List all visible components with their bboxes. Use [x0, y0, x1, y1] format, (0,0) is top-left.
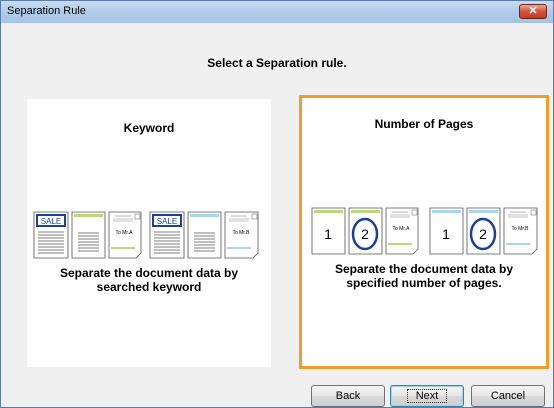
separation-rule-dialog: Separation Rule ✕ Select a Separation ru…: [0, 0, 554, 408]
lined-document-icon-2: [187, 211, 222, 259]
pages-description-line-2: specified number of pages.: [346, 276, 502, 290]
pages-option-title: Number of Pages: [374, 117, 474, 131]
page-two-document-icon-2: 2: [466, 207, 501, 255]
sale-label: SALE: [41, 217, 61, 226]
back-button[interactable]: Back: [311, 385, 385, 407]
keyword-option-card[interactable]: Keyword SALE To Mr.A SALE To Mr.B Separa…: [27, 99, 271, 367]
page-one-number: 1: [324, 226, 332, 242]
memo-document-icon: To Mr.A: [108, 211, 142, 259]
pages-description-line-1: Separate the document data by: [334, 262, 514, 276]
memo-label-3: To Mr.A: [393, 226, 411, 232]
next-button[interactable]: Next: [390, 385, 464, 407]
memo-label-4: To Mr.B: [512, 226, 530, 232]
title-bar: Separation Rule ✕: [1, 1, 553, 23]
next-button-label: Next: [406, 389, 448, 403]
sale-label-2: SALE: [157, 217, 177, 226]
keyword-description-line-1: Separate the document data by: [59, 266, 239, 280]
keyword-description-line-2: searched keyword: [96, 280, 202, 294]
close-icon: ✕: [528, 5, 538, 17]
sale-document-icon: SALE: [33, 211, 69, 259]
page-one-document-icon-2: 1: [429, 207, 464, 255]
memo-document-icon-3: To Mr.A: [385, 207, 419, 255]
pages-illustration: 1 2 To Mr.A 1 2 To Mr.B: [311, 207, 538, 255]
keyword-illustration: SALE To Mr.A SALE To Mr.B: [33, 211, 259, 259]
dialog-body: Select a Separation rule. Keyword SALE T…: [7, 23, 549, 407]
cancel-button[interactable]: Cancel: [471, 385, 545, 407]
window-title: Separation Rule: [7, 5, 86, 17]
memo-label-2: To Mr.B: [233, 230, 251, 236]
page-two-document-icon: 2: [348, 207, 383, 255]
sale-document-icon-2: SALE: [149, 211, 185, 259]
keyword-option-description: Separate the document data by searched k…: [27, 266, 271, 294]
page-one-number-2: 1: [442, 226, 450, 242]
pages-option-description: Separate the document data by specified …: [302, 262, 546, 290]
memo-label: To Mr.A: [116, 230, 134, 236]
memo-document-icon-2: To Mr.B: [224, 211, 259, 259]
memo-document-icon-4: To Mr.B: [503, 207, 538, 255]
page-one-document-icon: 1: [311, 207, 346, 255]
lined-document-icon: [71, 211, 106, 259]
close-button[interactable]: ✕: [519, 4, 547, 19]
page-two-number: 2: [361, 226, 369, 242]
number-of-pages-option-card[interactable]: Number of Pages 1 2 To Mr.A 1 2 To Mr.B …: [299, 95, 549, 369]
page-heading: Select a Separation rule.: [207, 56, 347, 70]
keyword-option-title: Keyword: [123, 121, 175, 135]
page-two-number-2: 2: [479, 226, 487, 242]
